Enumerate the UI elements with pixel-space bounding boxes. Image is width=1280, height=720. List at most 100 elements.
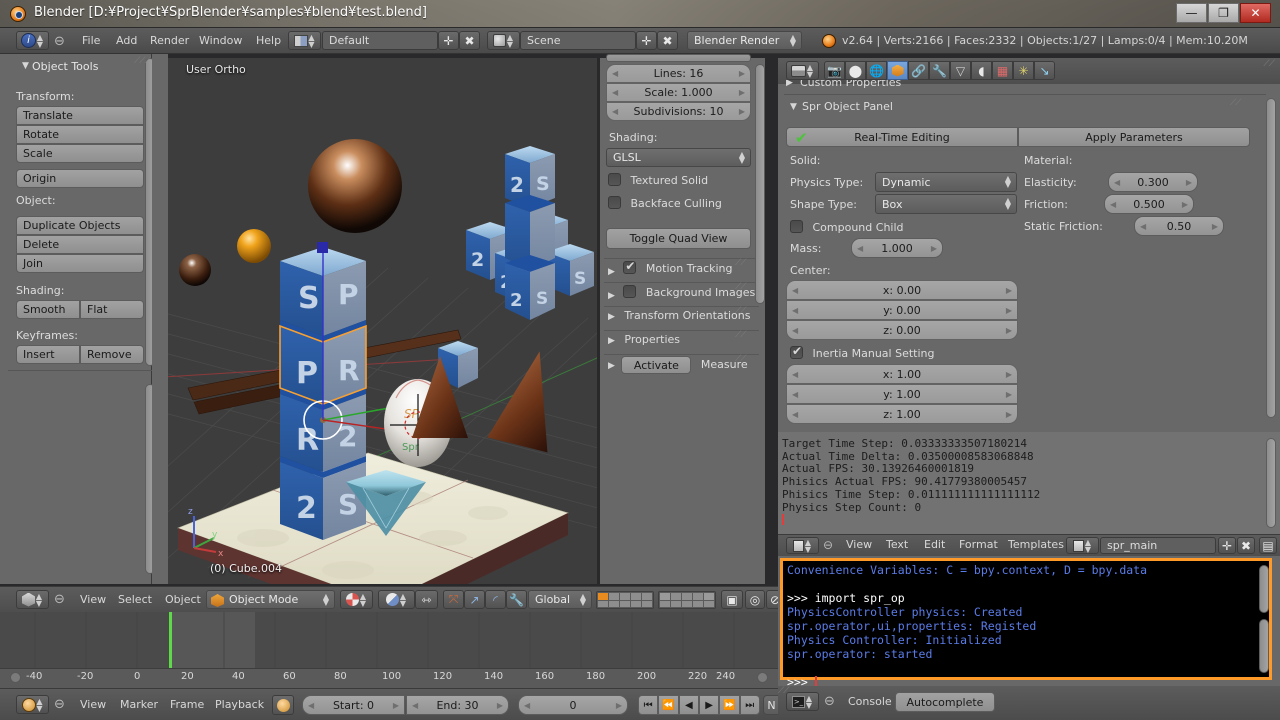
toggle-quad-view-button[interactable]: Toggle Quad View [606,228,751,249]
editor-type-timeline-button[interactable]: ▲ ▼ [16,695,49,714]
text-datablock-name[interactable]: spr_main [1100,537,1216,554]
tab-world-icon[interactable]: 🌐 [866,61,887,80]
editor-type-properties-button[interactable]: ▲ ▼ [786,61,819,80]
collapse-triangle-icon[interactable]: ▼ [790,102,797,112]
timeline-menu-marker[interactable]: Marker [112,692,166,718]
text-menu-templates[interactable]: Templates [1000,532,1072,558]
increment-arrow-icon[interactable]: ▶ [739,107,745,116]
decrement-arrow-icon[interactable]: ◀ [612,69,618,78]
decrement-arrow-icon[interactable]: ◀ [524,701,530,710]
render-engine-dropdown[interactable]: Blender Render ▲ ▼ [687,31,802,50]
textured-solid-checkbox[interactable] [608,173,621,186]
tab-material-icon[interactable]: ◖ [971,61,992,80]
render-preview-button[interactable]: ▣ [721,590,743,609]
decrement-arrow-icon[interactable]: ◀ [412,701,418,710]
scene-browse-button[interactable]: ▲ ▼ [487,31,520,50]
collapse-menu-icon[interactable]: ⊖ [824,694,835,709]
measure-activate-button[interactable]: Activate [621,356,692,374]
text-editor-content[interactable]: Target Time Step: 0.03333333507180214 Ac… [782,437,1262,534]
layer-cell[interactable] [671,600,681,607]
manipulator-toggle-button[interactable]: ⇿ [415,590,438,609]
auto-keyframe-button[interactable] [272,695,294,715]
console-scrollbar-top[interactable] [1259,565,1269,613]
menu-add[interactable]: Add [108,28,145,54]
menu-window[interactable]: Window [191,28,250,54]
layer-cell[interactable] [660,593,670,600]
remove-keyframe-button[interactable]: Remove [80,345,144,364]
timeline-menu-frame[interactable]: Frame [162,692,212,718]
grid-subdivisions-field[interactable]: ◀ Subdivisions: 10 ▶ [606,102,751,121]
decrement-arrow-icon[interactable]: ◀ [792,306,798,315]
layer-cell[interactable] [642,600,652,607]
layer-cell[interactable] [620,600,630,607]
decrement-arrow-icon[interactable]: ◀ [612,107,618,116]
next-keyframe-button[interactable]: ⏩ [719,695,740,715]
tab-modifier-icon[interactable]: 🔧 [929,61,950,80]
python-console-editor[interactable]: Convenience Variables: C = bpy.context, … [778,556,1280,720]
tab-render-icon[interactable]: 📷 [824,61,845,80]
console-menu-console[interactable]: Console [840,689,900,715]
background-images-checkbox[interactable] [623,285,637,298]
text-editor[interactable]: Target Time Step: 0.03333333507180214 Ac… [778,432,1280,556]
decrement-arrow-icon[interactable]: ◀ [1140,222,1146,231]
inertia-z-field[interactable]: ◀ z: 1.00 ▶ [786,404,1018,424]
layer-cell[interactable] [631,600,641,607]
screen-layout-browse-button[interactable]: ▲ ▼ [288,31,321,50]
physics-type-dropdown[interactable]: Dynamic ▲ ▼ [875,172,1017,192]
increment-arrow-icon[interactable]: ▶ [739,88,745,97]
editor-type-text-button[interactable]: ▲ ▼ [786,537,819,554]
delete-scene-button[interactable]: ✖ [657,31,678,50]
layer-cell[interactable] [609,593,619,600]
increment-arrow-icon[interactable]: ▶ [1006,370,1012,379]
play-reverse-button[interactable]: ◀ [678,695,699,715]
inertia-manual-row[interactable]: Inertia Manual Setting [790,344,934,362]
3d-viewport[interactable]: S P P R R 2 2 S SP Spr 2 S 2 S 2 S z y x… [168,58,597,584]
editor-type-3dview-button[interactable]: ▲ ▼ [16,590,49,609]
delete-screen-layout-button[interactable]: ✖ [459,31,480,50]
backface-culling-checkbox[interactable] [608,196,621,209]
viewport-menu-object[interactable]: Object [157,587,209,613]
collapse-menu-icon[interactable]: ⊖ [54,592,65,607]
scale-button[interactable]: Scale [16,144,144,163]
increment-arrow-icon[interactable]: ▶ [616,701,622,710]
center-z-field[interactable]: ◀ z: 0.00 ▶ [786,320,1018,340]
decrement-arrow-icon[interactable]: ◀ [857,244,863,253]
translate-button[interactable]: Translate [16,106,144,125]
mass-field[interactable]: ◀ 1.000 ▶ [851,238,943,258]
compound-child-row[interactable]: Compound Child [790,220,904,236]
text-editor-scrollbar[interactable] [1266,438,1276,528]
layer-cell[interactable] [660,600,670,607]
expand-triangle-icon[interactable]: ▶ [608,267,615,277]
rotate-manipulator-button[interactable]: ↗ [464,590,485,609]
npanel-scrollbar[interactable] [755,64,765,304]
text-extra-button[interactable]: ▤ [1259,537,1277,554]
play-reverse-step-button[interactable]: ⏪ [658,695,679,715]
viewport-shading-button[interactable]: ▲ ▼ [340,590,373,609]
grid-lines-field[interactable]: ◀ Lines: 16 ▶ [606,64,751,83]
minimize-button[interactable]: — [1176,3,1207,23]
collapse-menu-icon[interactable]: ⊖ [823,538,833,552]
unlink-text-button[interactable]: ✖ [1237,537,1255,554]
apply-parameters-button[interactable]: Apply Parameters [1018,127,1250,147]
origin-button[interactable]: Origin [16,169,144,188]
timeline-ruler[interactable]: -40 -20 0 20 40 60 80 100 120 140 160 18… [0,668,778,688]
inertia-manual-checkbox[interactable] [790,344,803,359]
layer-cell[interactable] [671,593,681,600]
jump-to-start-button[interactable]: ⏮ [638,695,659,715]
decrement-arrow-icon[interactable]: ◀ [308,701,314,710]
tab-data-icon[interactable]: ▽ [950,61,971,80]
menu-render[interactable]: Render [142,28,197,54]
layer-cell[interactable] [631,593,641,600]
collapse-menu-icon[interactable]: ⊖ [54,34,65,49]
motion-tracking-checkbox[interactable] [623,259,637,274]
increment-arrow-icon[interactable]: ▶ [739,69,745,78]
layer-cell[interactable] [704,600,714,607]
scene-name[interactable]: Scene [520,31,636,50]
timeline-scroll-handle-right[interactable] [757,672,768,683]
increment-arrow-icon[interactable]: ▶ [1212,222,1218,231]
layer-grid-first[interactable] [596,591,654,609]
editor-type-info-button[interactable]: i ▲ ▼ [16,31,49,50]
timeline-scroll-handle-left[interactable] [10,672,21,683]
smooth-button[interactable]: Smooth [16,300,80,319]
new-text-button[interactable]: ✛ [1218,537,1236,554]
